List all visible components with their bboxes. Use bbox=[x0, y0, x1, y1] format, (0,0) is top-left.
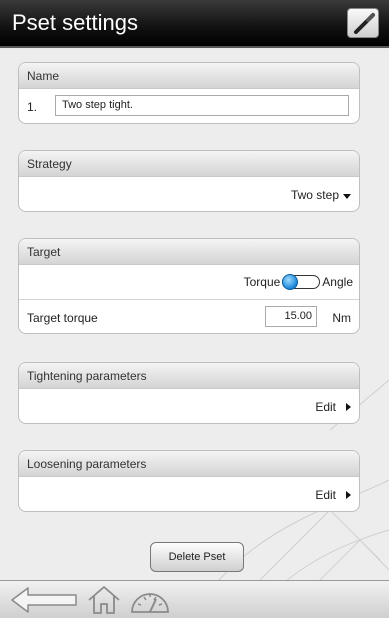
target-torque-input[interactable]: 15.00 bbox=[265, 306, 317, 327]
chevron-right-icon bbox=[346, 403, 351, 411]
title-bar: Pset settings bbox=[0, 0, 389, 48]
back-arrow-icon[interactable] bbox=[8, 584, 80, 616]
name-card: Name 1. Two step tight. bbox=[18, 62, 360, 124]
tightening-header: Tightening parameters bbox=[19, 363, 359, 389]
target-card: Target Torque Angle Target torque 15.00 … bbox=[18, 238, 360, 334]
loosening-edit-label: Edit bbox=[315, 488, 336, 502]
tightening-row: Edit bbox=[19, 389, 359, 423]
toggle-knob[interactable] bbox=[282, 274, 299, 290]
target-torque-label: Target torque bbox=[27, 311, 98, 325]
chevron-down-icon bbox=[343, 193, 351, 199]
tightening-edit-label: Edit bbox=[315, 400, 336, 414]
footer-nav bbox=[0, 580, 389, 618]
chevron-right-icon bbox=[346, 491, 351, 499]
name-index: 1. bbox=[27, 100, 38, 114]
strategy-select[interactable]: Two step bbox=[291, 188, 351, 202]
gauge-icon[interactable] bbox=[128, 584, 172, 616]
edit-button[interactable] bbox=[347, 8, 379, 38]
toggle-switch[interactable] bbox=[282, 274, 321, 290]
home-icon[interactable] bbox=[86, 584, 122, 616]
torque-angle-row: Torque Angle bbox=[19, 265, 359, 299]
strategy-card: Strategy Two step bbox=[18, 150, 360, 212]
strategy-value: Two step bbox=[290, 188, 339, 202]
torque-unit: Nm bbox=[332, 311, 351, 325]
strategy-header: Strategy bbox=[19, 151, 359, 177]
pencil-icon bbox=[354, 13, 375, 34]
loosening-row: Edit bbox=[19, 477, 359, 511]
name-field[interactable]: Two step tight. bbox=[55, 95, 349, 116]
tightening-card: Tightening parameters Edit bbox=[18, 362, 360, 424]
tightening-edit-link[interactable]: Edit bbox=[315, 400, 351, 414]
loosening-header: Loosening parameters bbox=[19, 451, 359, 477]
target-torque-row: Target torque 15.00 Nm bbox=[19, 299, 359, 333]
name-header: Name bbox=[19, 63, 359, 89]
torque-angle-toggle[interactable]: Torque Angle bbox=[243, 274, 353, 290]
toggle-left-label: Torque bbox=[243, 275, 281, 289]
loosening-card: Loosening parameters Edit bbox=[18, 450, 360, 512]
toggle-right-label: Angle bbox=[322, 275, 353, 289]
strategy-row: Two step bbox=[19, 177, 359, 211]
delete-pset-button[interactable]: Delete Pset bbox=[150, 542, 244, 572]
target-header: Target bbox=[19, 239, 359, 265]
page-title: Pset settings bbox=[12, 10, 138, 35]
loosening-edit-link[interactable]: Edit bbox=[315, 488, 351, 502]
